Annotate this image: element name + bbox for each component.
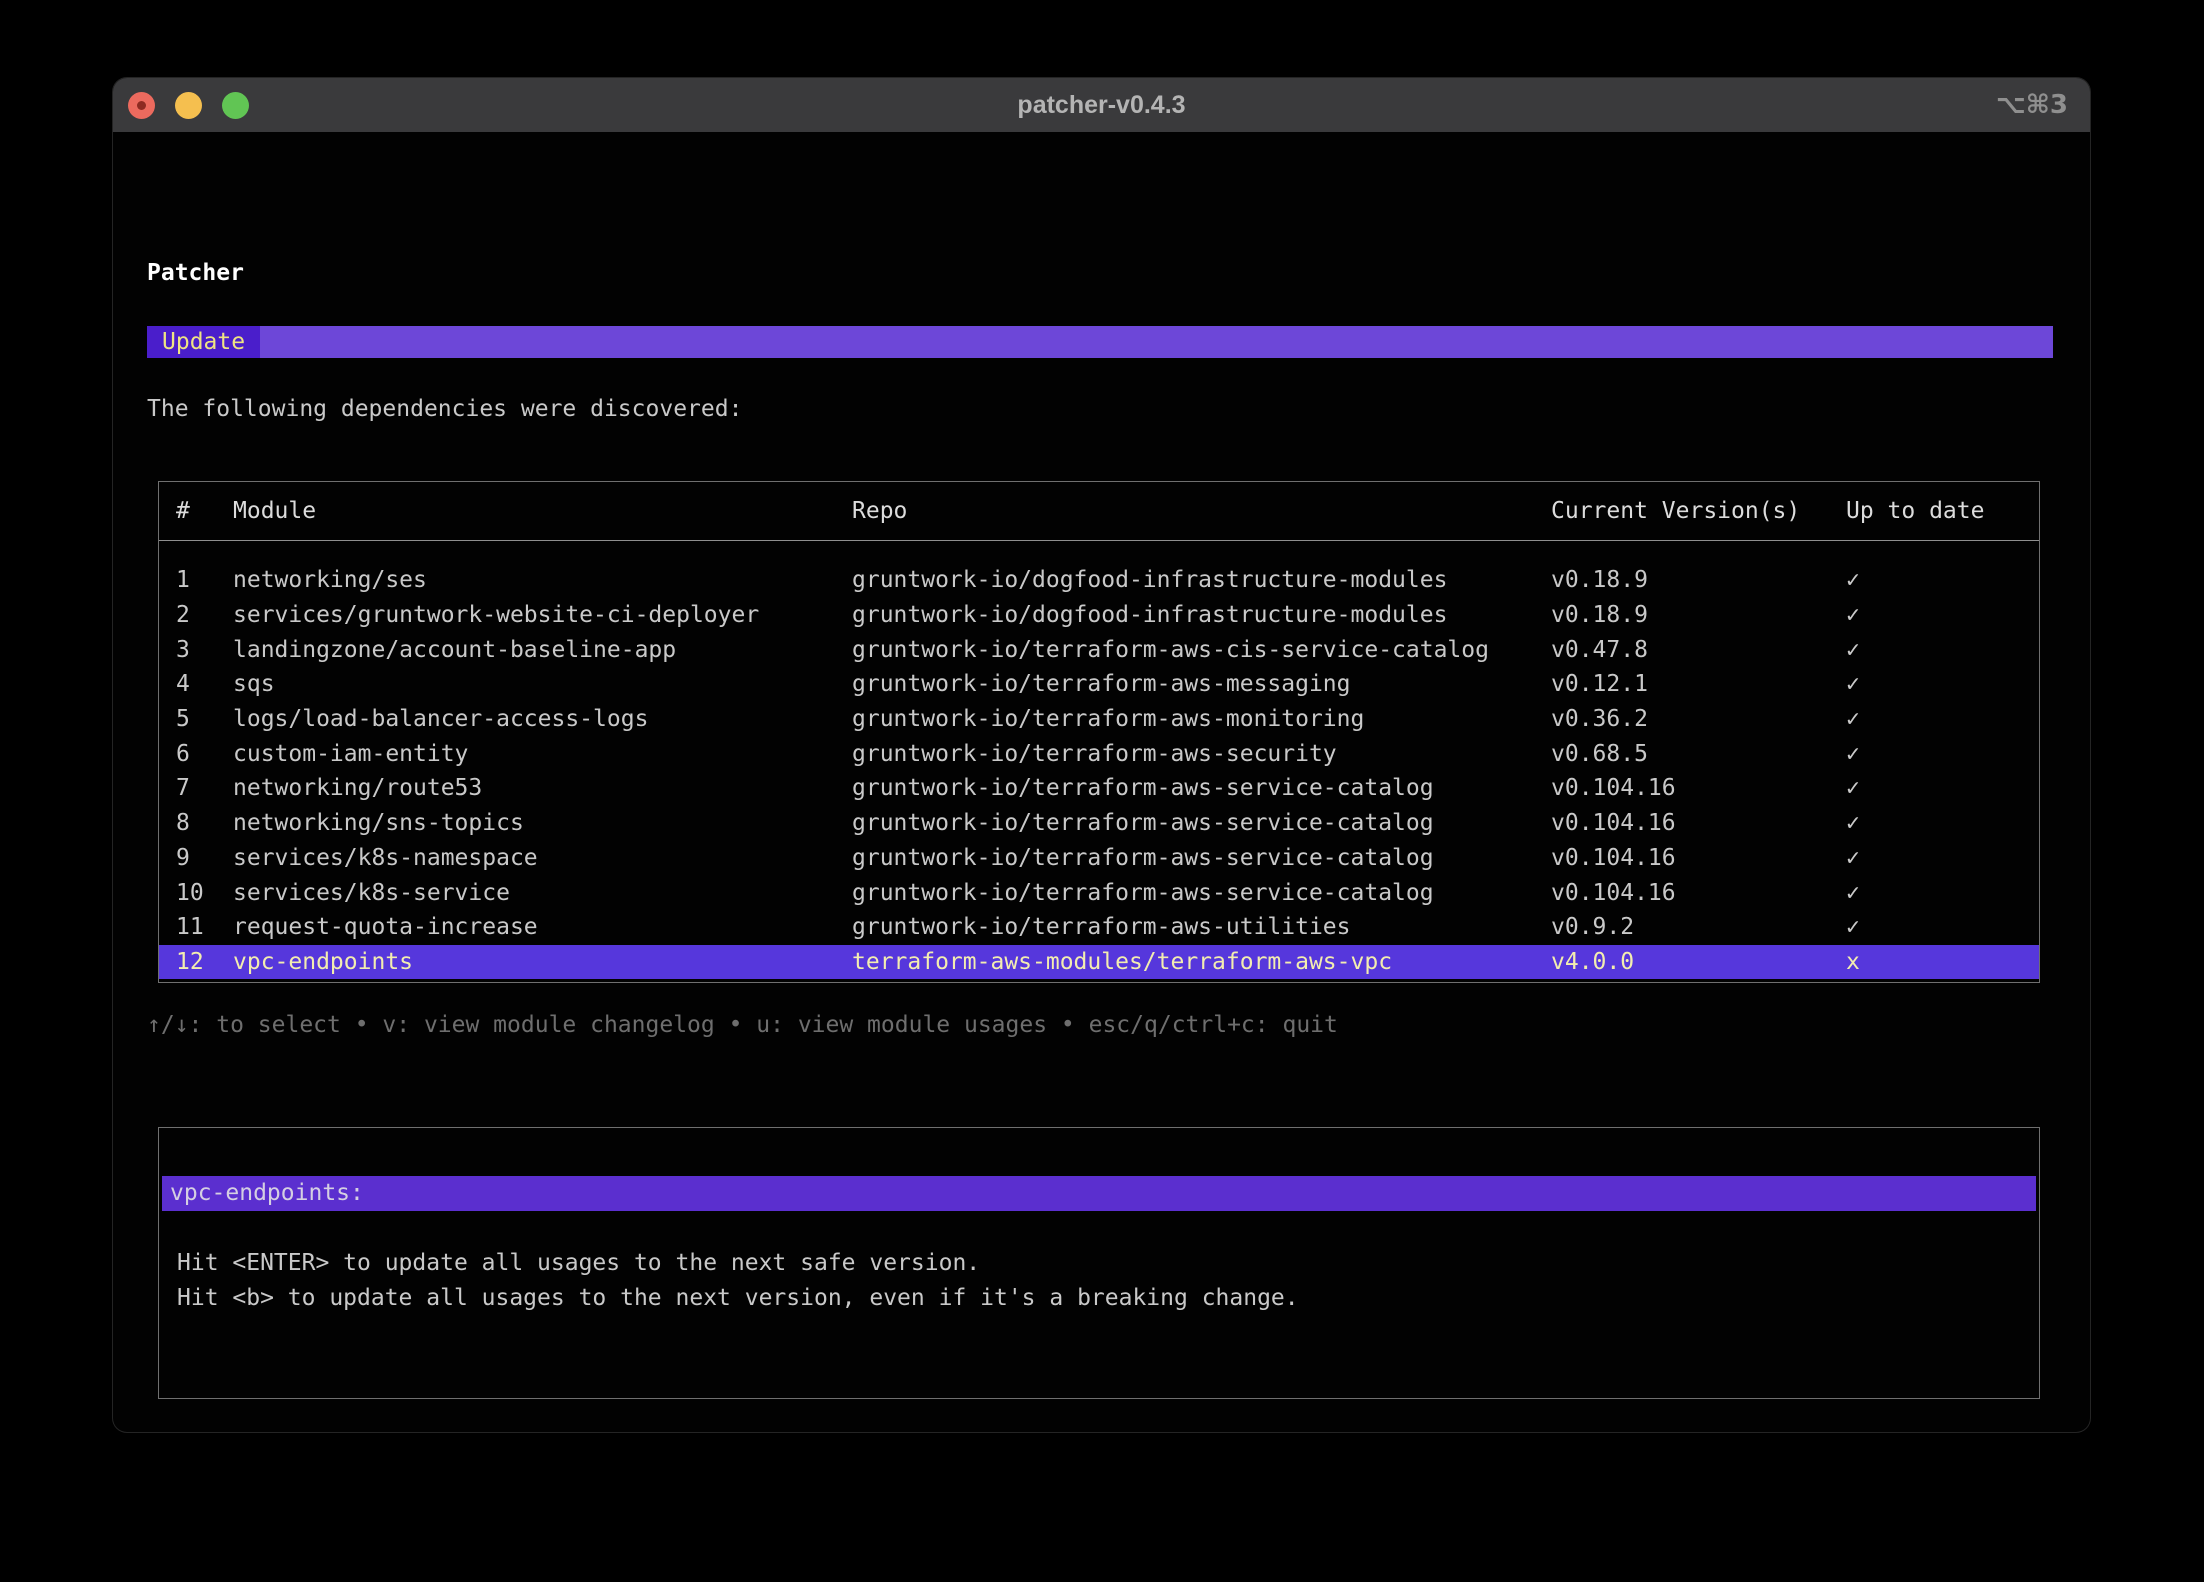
row-number: 3 — [176, 637, 233, 663]
row-module: vpc-endpoints — [233, 949, 852, 975]
table-header-row: # Module Repo Current Version(s) Up to d… — [159, 482, 2039, 541]
row-module: request-quota-increase — [233, 914, 852, 940]
intro-text: The following dependencies were discover… — [147, 396, 742, 422]
row-module: services/gruntwork-website-ci-deployer — [233, 602, 852, 628]
row-repo: gruntwork-io/terraform-aws-cis-service-c… — [852, 637, 1551, 663]
window-shortcut-badge: ⌥⌘3 — [1996, 78, 2068, 132]
row-repo: gruntwork-io/dogfood-infrastructure-modu… — [852, 567, 1551, 593]
row-module: logs/load-balancer-access-logs — [233, 706, 852, 732]
header-up-to-date: Up to date — [1846, 498, 2039, 524]
row-up-to-date: x — [1846, 949, 2039, 975]
row-version: v0.18.9 — [1551, 602, 1846, 628]
row-repo: gruntwork-io/terraform-aws-service-catal… — [852, 880, 1551, 906]
row-repo: gruntwork-io/dogfood-infrastructure-modu… — [852, 602, 1551, 628]
table-row[interactable]: 2services/gruntwork-website-ci-deployerg… — [159, 598, 2039, 633]
row-up-to-date: ✓ — [1846, 671, 2039, 697]
row-up-to-date: ✓ — [1846, 741, 2039, 767]
row-module: sqs — [233, 671, 852, 697]
table-row[interactable]: 10services/k8s-servicegruntwork-io/terra… — [159, 875, 2039, 910]
row-version: v0.104.16 — [1551, 880, 1846, 906]
title-bar[interactable]: patcher-v0.4.3 ⌥⌘3 — [113, 78, 2090, 132]
detail-instructions: Hit <ENTER> to update all usages to the … — [159, 1246, 2039, 1316]
row-up-to-date: ✓ — [1846, 775, 2039, 801]
row-number: 1 — [176, 567, 233, 593]
detail-instruction-breaking: Hit <b> to update all usages to the next… — [177, 1281, 2039, 1316]
row-number: 10 — [176, 880, 233, 906]
row-repo: terraform-aws-modules/terraform-aws-vpc — [852, 949, 1551, 975]
row-number: 6 — [176, 741, 233, 767]
table-row[interactable]: 9services/k8s-namespacegruntwork-io/terr… — [159, 841, 2039, 876]
row-up-to-date: ✓ — [1846, 845, 2039, 871]
table-row[interactable]: 7networking/route53gruntwork-io/terrafor… — [159, 771, 2039, 806]
row-repo: gruntwork-io/terraform-aws-service-catal… — [852, 775, 1551, 801]
row-up-to-date: ✓ — [1846, 602, 2039, 628]
window-title: patcher-v0.4.3 — [113, 91, 2090, 120]
table-row[interactable]: 4sqsgruntwork-io/terraform-aws-messaging… — [159, 667, 2039, 702]
row-number: 11 — [176, 914, 233, 940]
row-repo: gruntwork-io/terraform-aws-service-catal… — [852, 810, 1551, 836]
header-number: # — [176, 498, 233, 524]
keybindings-help: ↑/↓: to select • v: view module changelo… — [147, 1012, 1338, 1038]
traffic-lights — [113, 92, 249, 119]
row-up-to-date: ✓ — [1846, 706, 2039, 732]
row-repo: gruntwork-io/terraform-aws-monitoring — [852, 706, 1551, 732]
table-row[interactable]: 5logs/load-balancer-access-logsgruntwork… — [159, 702, 2039, 737]
row-number: 2 — [176, 602, 233, 628]
row-number: 4 — [176, 671, 233, 697]
table-row[interactable]: 1networking/sesgruntwork-io/dogfood-infr… — [159, 563, 2039, 598]
table-body: 1networking/sesgruntwork-io/dogfood-infr… — [159, 541, 2039, 982]
table-row[interactable]: 8networking/sns-topicsgruntwork-io/terra… — [159, 806, 2039, 841]
dependencies-table: # Module Repo Current Version(s) Up to d… — [158, 481, 2040, 983]
row-up-to-date: ✓ — [1846, 810, 2039, 836]
row-version: v0.12.1 — [1551, 671, 1846, 697]
row-module: networking/sns-topics — [233, 810, 852, 836]
row-number: 7 — [176, 775, 233, 801]
selected-module-bar: vpc-endpoints: — [162, 1176, 2036, 1211]
row-repo: gruntwork-io/terraform-aws-security — [852, 741, 1551, 767]
row-version: v0.36.2 — [1551, 706, 1846, 732]
row-module: networking/route53 — [233, 775, 852, 801]
terminal-window: patcher-v0.4.3 ⌥⌘3 Patcher Update The fo… — [113, 78, 2090, 1432]
row-up-to-date: ✓ — [1846, 567, 2039, 593]
minimize-button[interactable] — [175, 92, 202, 119]
row-version: v4.0.0 — [1551, 949, 1846, 975]
row-module: landingzone/account-baseline-app — [233, 637, 852, 663]
header-repo: Repo — [852, 498, 1551, 524]
row-number: 8 — [176, 810, 233, 836]
terminal-content: Patcher Update The following dependencie… — [113, 132, 2090, 1432]
row-module: custom-iam-entity — [233, 741, 852, 767]
table-row[interactable]: 6custom-iam-entitygruntwork-io/terraform… — [159, 736, 2039, 771]
row-version: v0.9.2 — [1551, 914, 1846, 940]
row-version: v0.18.9 — [1551, 567, 1846, 593]
row-module: services/k8s-namespace — [233, 845, 852, 871]
module-detail-panel: vpc-endpoints: Hit <ENTER> to update all… — [158, 1127, 2040, 1399]
header-version: Current Version(s) — [1551, 498, 1846, 524]
tab-bar: Update — [147, 326, 2053, 358]
zoom-button[interactable] — [222, 92, 249, 119]
row-number: 5 — [176, 706, 233, 732]
row-version: v0.68.5 — [1551, 741, 1846, 767]
row-module: networking/ses — [233, 567, 852, 593]
row-number: 9 — [176, 845, 233, 871]
row-version: v0.47.8 — [1551, 637, 1846, 663]
row-up-to-date: ✓ — [1846, 637, 2039, 663]
row-repo: gruntwork-io/terraform-aws-utilities — [852, 914, 1551, 940]
tab-update[interactable]: Update — [147, 326, 260, 358]
header-module: Module — [233, 498, 852, 524]
row-repo: gruntwork-io/terraform-aws-service-catal… — [852, 845, 1551, 871]
row-repo: gruntwork-io/terraform-aws-messaging — [852, 671, 1551, 697]
detail-instruction-enter: Hit <ENTER> to update all usages to the … — [177, 1246, 2039, 1281]
table-row[interactable]: 11request-quota-increasegruntwork-io/ter… — [159, 910, 2039, 945]
table-row[interactable]: 3landingzone/account-baseline-appgruntwo… — [159, 632, 2039, 667]
row-module: services/k8s-service — [233, 880, 852, 906]
page-title: Patcher — [147, 260, 244, 286]
row-up-to-date: ✓ — [1846, 914, 2039, 940]
row-up-to-date: ✓ — [1846, 880, 2039, 906]
row-version: v0.104.16 — [1551, 775, 1846, 801]
row-number: 12 — [176, 949, 233, 975]
table-row[interactable]: 12vpc-endpointsterraform-aws-modules/ter… — [159, 945, 2039, 980]
close-button[interactable] — [128, 92, 155, 119]
row-version: v0.104.16 — [1551, 845, 1846, 871]
row-version: v0.104.16 — [1551, 810, 1846, 836]
